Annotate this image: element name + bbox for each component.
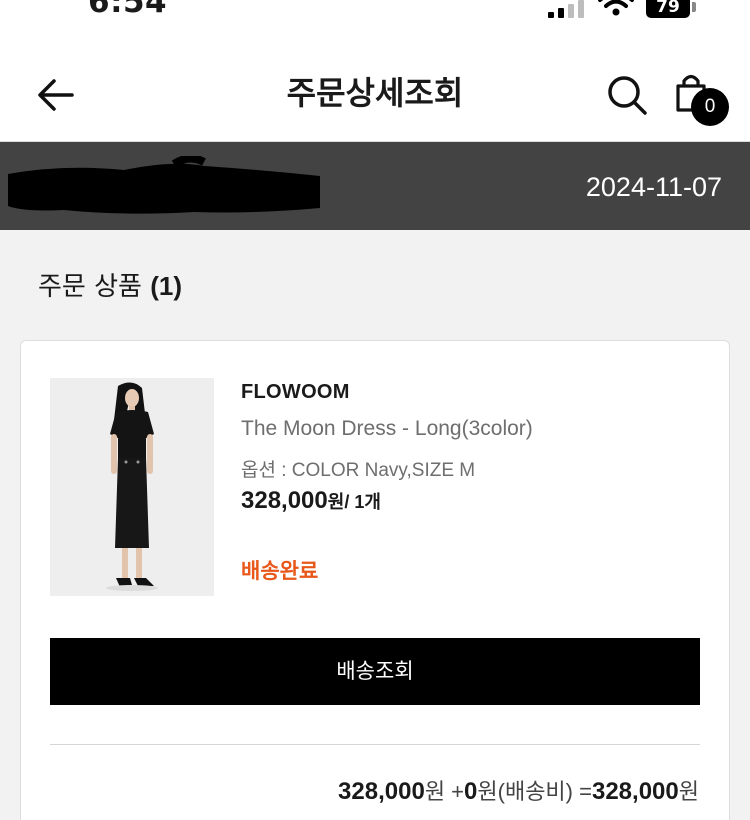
battery-icon: 79 [646,0,690,18]
back-button[interactable] [30,72,82,118]
section-title: 주문 상품 (1) [38,266,182,303]
item-total-value: 328,000 [338,778,425,805]
arrow-left-icon [38,79,74,111]
app-header: 주문상세조회 0 [0,40,750,142]
search-button[interactable] [604,72,650,118]
wifi-icon [598,0,634,16]
delivery-status: 배송완료 [241,559,319,583]
dress-photo-illustration [50,378,214,596]
order-total-summary: 328,000원 +0원(배송비) =328,000원 [338,774,699,806]
cellular-signal-icon [548,0,588,18]
redaction-scribble [8,156,320,214]
divider [50,744,700,745]
grand-total-value: 328,000 [591,778,679,805]
order-date: 2024-11-07 [585,172,722,202]
status-time: 6:54 [88,0,168,20]
order-info-bar: 2024-11-07 [0,142,750,230]
product-image[interactable] [50,378,214,596]
search-icon [608,76,647,115]
product-price: 328,000원/ 1개 [241,487,381,515]
battery-cap [692,2,696,12]
product-price-unit: 원/ 1개 [327,492,381,512]
equals-sign: = [573,779,592,804]
status-bar: 6:54 79 [0,0,750,40]
track-shipment-button[interactable]: 배송조회 [50,638,700,705]
cart-button[interactable]: 0 [670,70,732,130]
grand-total-unit: 원 [678,779,699,804]
product-option: 옵션 : COLOR Navy,SIZE M [241,460,476,481]
item-total-unit: 원 [424,779,446,804]
cart-count-badge: 0 [691,88,729,126]
shipping-fee-label: 원(배송비) [477,779,574,804]
section-item-count: (1) [150,271,182,301]
order-item-card: FLOWOOM The Moon Dress - Long(3color) 옵션… [20,340,730,820]
shipping-fee-value: 0 [464,778,478,805]
section-title-label: 주문 상품 [38,272,142,302]
plus-sign: + [445,779,465,804]
product-price-value: 328,000 [241,487,328,514]
product-name[interactable]: The Moon Dress - Long(3color) [241,417,533,441]
product-brand: FLOWOOM [241,381,350,403]
